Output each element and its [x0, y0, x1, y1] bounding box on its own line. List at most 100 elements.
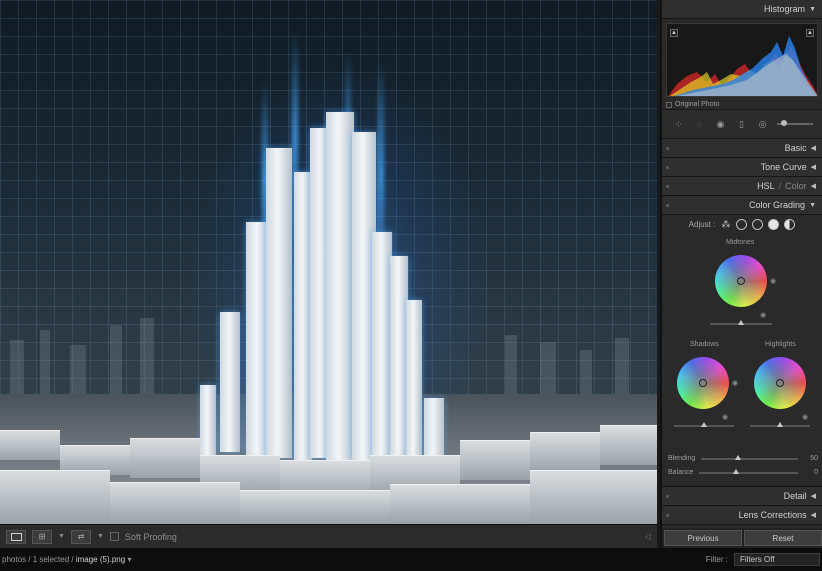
reset-button[interactable]: Reset: [744, 530, 822, 546]
midtones-eye-icon[interactable]: ◉: [770, 277, 776, 285]
midtones-eye-icon[interactable]: ◉: [760, 311, 766, 319]
slider-knob[interactable]: [738, 320, 744, 325]
shadows-eye-icon[interactable]: ◉: [732, 379, 738, 387]
image-preview[interactable]: [0, 0, 657, 524]
balance-row: Balance 0: [668, 468, 818, 476]
histogram-graph[interactable]: ▲ ▲: [666, 23, 818, 97]
caret-down-icon[interactable]: ▼: [58, 533, 65, 540]
caret-down-icon[interactable]: ▼: [97, 533, 104, 540]
midtones-color-wheel[interactable]: [715, 255, 767, 307]
balance-slider[interactable]: [699, 468, 798, 474]
lens-corrections-header[interactable]: Lens Corrections ◀: [662, 506, 822, 525]
soft-proofing-checkbox[interactable]: [109, 532, 119, 541]
adjust-mode-row: Adjust : ⁂: [668, 219, 816, 230]
selected-filename[interactable]: image (5).png: [76, 555, 125, 564]
hsl-tab[interactable]: HSL: [757, 181, 775, 191]
highlights-luminance-slider[interactable]: [750, 422, 810, 427]
hsl-color-header[interactable]: HSL / Color ◀: [662, 177, 822, 196]
block: [130, 438, 200, 478]
color-grading-title: Color Grading: [749, 200, 806, 210]
spot-removal-icon[interactable]: ◉: [714, 117, 728, 131]
highlights-label: Highlights: [765, 341, 796, 348]
blending-value[interactable]: 50: [804, 455, 818, 462]
basic-header[interactable]: Basic ◀: [662, 139, 822, 158]
expand-icon: ◀: [810, 183, 816, 190]
balance-value[interactable]: 0: [804, 469, 818, 476]
toolbar-menu-icon[interactable]: ◁: [645, 532, 651, 541]
panel-switch-icon[interactable]: [666, 204, 669, 207]
block: [0, 470, 110, 524]
slider-knob[interactable]: [777, 422, 783, 427]
slider-knob[interactable]: [735, 454, 742, 460]
midtones-wheel-handle[interactable]: [737, 277, 745, 285]
panel-switch-icon[interactable]: [666, 147, 669, 150]
before-after-button[interactable]: ⊞: [32, 529, 52, 544]
blending-row: Blending 50: [668, 454, 818, 462]
expand-icon: ◀: [810, 164, 816, 171]
highlights-color-wheel[interactable]: [754, 357, 806, 409]
previous-button[interactable]: Previous: [664, 530, 742, 546]
expand-icon: ◀: [810, 493, 816, 500]
panel-bottom-buttons: Previous Reset: [662, 528, 822, 548]
histogram-header[interactable]: Histogram ▼: [662, 0, 822, 19]
shadows-color-wheel[interactable]: [677, 357, 729, 409]
crop-icon[interactable]: ◌: [693, 117, 707, 131]
original-photo-row[interactable]: Original Photo: [666, 101, 818, 108]
lens-corrections-title: Lens Corrections: [738, 510, 807, 520]
color-grading-body: Adjust : ⁂ Midtones ◉ ◉ Shadows ◉ ◉ High…: [662, 215, 822, 487]
tool-slider[interactable]: [776, 120, 813, 126]
highlights-wheel-handle[interactable]: [776, 379, 784, 387]
selection-status: photos / 1 selected / image (5).png ▾: [2, 555, 131, 564]
balance-label: Balance: [668, 469, 694, 476]
tone-curve-header[interactable]: Tone Curve ◀: [662, 158, 822, 177]
tower: [406, 300, 422, 460]
color-grading-header[interactable]: Color Grading ▼: [662, 196, 822, 215]
blending-slider[interactable]: [701, 454, 798, 460]
detail-title: Detail: [783, 491, 807, 501]
collapse-icon: ▼: [809, 5, 816, 13]
adjust-label: Adjust :: [688, 220, 716, 229]
filename-caret-icon[interactable]: ▾: [127, 555, 131, 564]
block: [600, 425, 657, 465]
preview-toolbar: ⊞ ▼ ⇄ ▼ Soft Proofing ◁: [0, 524, 657, 548]
panel-switch-icon[interactable]: [666, 514, 669, 517]
tool-strip: ⁘ ◌ ◉ ▯ ◎: [662, 109, 822, 139]
shadows-mode-icon[interactable]: [736, 219, 748, 230]
block: [110, 482, 240, 524]
mask-icon[interactable]: ◎: [756, 117, 770, 131]
shadow-clipping-icon[interactable]: ▲: [670, 29, 678, 37]
slider-knob[interactable]: [733, 468, 740, 474]
loupe-view-button[interactable]: [6, 529, 26, 544]
highlights-mode-icon[interactable]: [768, 219, 780, 230]
slider-knob[interactable]: [701, 422, 707, 427]
shadows-eye-icon[interactable]: ◉: [722, 413, 728, 421]
before-after-icon: ⊞: [38, 532, 46, 541]
panel-switch-icon[interactable]: [666, 495, 669, 498]
grid-icon[interactable]: ⁘: [672, 117, 686, 131]
detail-header[interactable]: Detail ◀: [662, 487, 822, 506]
midtones-mode-icon[interactable]: [752, 219, 764, 230]
three-way-icon[interactable]: ⁂: [720, 219, 731, 230]
highlight-clipping-icon[interactable]: ▲: [806, 29, 814, 37]
soft-proofing-label: Soft Proofing: [124, 531, 177, 542]
global-mode-icon[interactable]: [784, 219, 796, 230]
selection-prefix: photos / 1 selected /: [2, 555, 74, 564]
filter-dropdown[interactable]: Filters Off: [734, 553, 820, 566]
tone-curve-title: Tone Curve: [760, 162, 807, 172]
shadows-wheel-handle[interactable]: [699, 379, 707, 387]
histogram-title: Histogram: [764, 4, 806, 14]
status-bar: photos / 1 selected / image (5).png ▾ Fi…: [0, 548, 822, 571]
tower: [266, 148, 292, 458]
tower: [326, 112, 354, 462]
highlights-eye-icon[interactable]: ◉: [802, 413, 808, 421]
yy-view-button[interactable]: ⇄: [70, 529, 91, 544]
shadows-luminance-slider[interactable]: [674, 422, 734, 427]
color-tab[interactable]: Color: [785, 181, 807, 191]
red-eye-icon[interactable]: ▯: [735, 117, 749, 131]
panel-switch-icon[interactable]: [666, 185, 669, 188]
panel-switch-icon[interactable]: [666, 166, 669, 169]
original-photo-checkbox[interactable]: [666, 101, 672, 108]
midtones-luminance-slider[interactable]: [710, 320, 772, 325]
midtones-label: Midtones: [726, 239, 755, 246]
original-photo-label: Original Photo: [675, 101, 720, 108]
